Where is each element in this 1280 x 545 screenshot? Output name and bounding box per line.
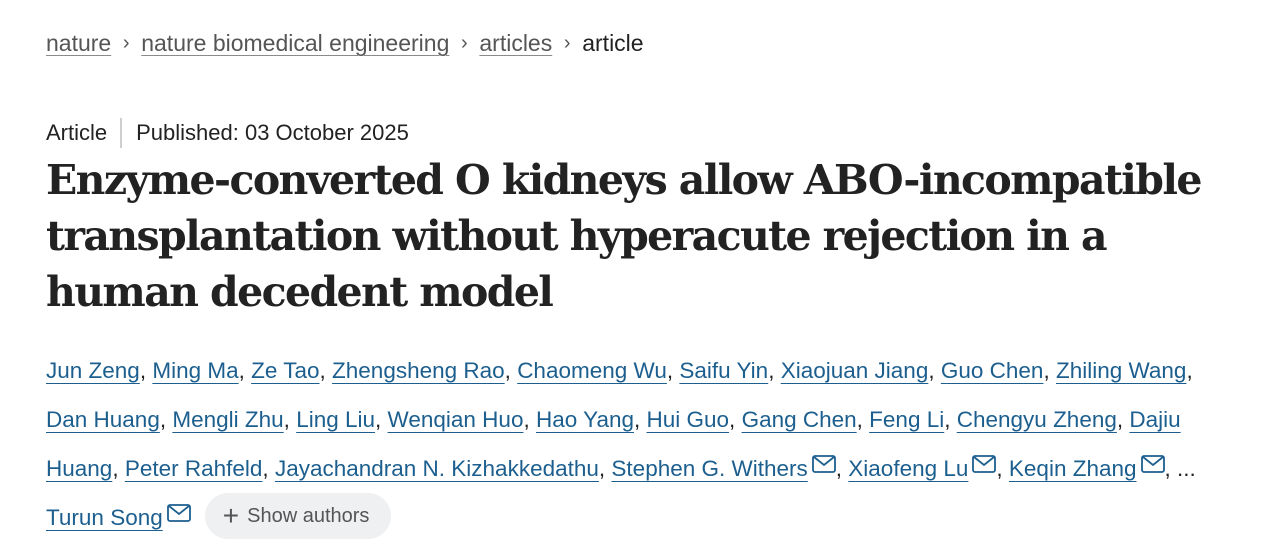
author-link[interactable]: Zhiling Wang bbox=[1056, 358, 1186, 383]
author-separator: , bbox=[856, 407, 870, 432]
meta-divider bbox=[120, 118, 123, 148]
author-separator: , bbox=[375, 407, 388, 432]
author-separator: , bbox=[1186, 358, 1193, 383]
author-link[interactable]: Jun Zeng bbox=[46, 358, 140, 383]
published-date: Published: 03 October 2025 bbox=[136, 120, 409, 145]
author-link[interactable]: Jayachandran N. Kizhakkedathu bbox=[275, 456, 599, 481]
author-item: Chengyu Zheng, bbox=[957, 407, 1130, 432]
author-link[interactable]: Hao Yang bbox=[536, 407, 634, 432]
article-title: Enzyme-converted O kidneys allow ABO-inc… bbox=[46, 156, 1202, 316]
author-item: Saifu Yin, bbox=[679, 358, 780, 383]
author-link[interactable]: Ming Ma bbox=[152, 358, 238, 383]
author-item: Zhengsheng Rao, bbox=[332, 358, 517, 383]
author-link[interactable]: Saifu Yin bbox=[679, 358, 768, 383]
author-separator: , bbox=[1116, 407, 1130, 432]
author-separator: , bbox=[139, 358, 153, 383]
mail-icon[interactable] bbox=[166, 504, 191, 522]
breadcrumb-current: article bbox=[582, 30, 644, 56]
author-separator: , bbox=[598, 456, 612, 481]
breadcrumb-link-articles[interactable]: articles bbox=[479, 30, 552, 57]
mail-icon[interactable] bbox=[811, 455, 836, 473]
author-separator: , bbox=[1164, 456, 1178, 481]
author-separator: , bbox=[238, 358, 252, 383]
author-item: Hui Guo, bbox=[647, 407, 742, 432]
author-item: Xiaofeng Lu, bbox=[848, 455, 1009, 481]
author-separator: , bbox=[666, 358, 680, 383]
author-item: Keqin Zhang, bbox=[1009, 455, 1178, 481]
author-separator: , bbox=[928, 358, 941, 383]
author-item: Ze Tao, bbox=[251, 358, 332, 383]
author-separator: , bbox=[835, 456, 849, 481]
author-item: Wenqian Huo, bbox=[388, 407, 536, 432]
author-item: Xiaojuan Jiang, bbox=[781, 358, 941, 383]
chevron-right-icon: › bbox=[461, 32, 468, 54]
author-link[interactable]: Zhengsheng Rao bbox=[332, 358, 505, 383]
mail-icon[interactable] bbox=[1140, 455, 1165, 473]
author-link[interactable]: Guo Chen bbox=[941, 358, 1044, 383]
mail-icon[interactable] bbox=[972, 455, 997, 473]
chevron-right-icon: › bbox=[122, 32, 130, 54]
author-link[interactable]: Wenqian Huo bbox=[388, 407, 524, 432]
author-item: Gang Chen, bbox=[742, 407, 870, 432]
author-link[interactable]: Hui Guo bbox=[647, 407, 730, 432]
author-link[interactable]: Keqin Zhang bbox=[1009, 456, 1137, 481]
author-list: Jun Zeng, Ming Ma, Ze Tao, Zhengsheng Ra… bbox=[46, 346, 1236, 542]
author-link[interactable]: Chaomeng Wu bbox=[517, 358, 667, 383]
author-link[interactable]: Chengyu Zheng bbox=[957, 407, 1117, 432]
author-link[interactable]: Ling Liu bbox=[296, 407, 375, 432]
author-item: Chaomeng Wu, bbox=[517, 358, 679, 383]
author-item: Ming Ma, bbox=[152, 358, 251, 383]
breadcrumb-link-journal[interactable]: nature biomedical engineering bbox=[141, 30, 449, 57]
article-type: Article bbox=[46, 120, 108, 145]
author-item: Zhiling Wang, bbox=[1056, 358, 1193, 383]
show-authors-button[interactable]: + Show authors bbox=[204, 493, 392, 540]
author-link[interactable]: Turun Song bbox=[46, 505, 163, 530]
author-link[interactable]: Gang Chen bbox=[742, 407, 857, 432]
author-link[interactable]: Stephen G. Withers bbox=[611, 456, 807, 481]
author-item: Stephen G. Withers, bbox=[611, 455, 849, 481]
author-item: Turun Song bbox=[46, 504, 191, 530]
author-link[interactable]: Xiaofeng Lu bbox=[848, 456, 968, 481]
breadcrumb-link-nature[interactable]: nature bbox=[46, 30, 111, 57]
show-authors-item: + Show authors bbox=[191, 493, 392, 540]
author-link[interactable]: Xiaojuan Jiang bbox=[781, 358, 929, 383]
author-separator: , bbox=[729, 407, 742, 432]
author-ellipsis: ... bbox=[1177, 456, 1196, 481]
plus-icon: + bbox=[222, 500, 240, 532]
author-link[interactable]: Peter Rahfeld bbox=[125, 456, 263, 481]
author-link[interactable]: Mengli Zhu bbox=[172, 407, 283, 432]
author-item: Feng Li, bbox=[869, 407, 957, 432]
author-item: Guo Chen, bbox=[941, 358, 1056, 383]
show-authors-label: Show authors bbox=[247, 504, 370, 527]
breadcrumb: nature › nature biomedical engineering ›… bbox=[46, 30, 644, 57]
author-separator: , bbox=[944, 407, 957, 432]
author-separator: , bbox=[283, 407, 297, 432]
author-item: Ling Liu, bbox=[296, 407, 387, 432]
author-separator: , bbox=[319, 358, 333, 383]
author-link[interactable]: Dan Huang bbox=[46, 407, 160, 432]
chevron-right-icon: › bbox=[563, 32, 571, 54]
author-item: Peter Rahfeld, bbox=[125, 456, 275, 481]
author-separator: , bbox=[159, 407, 173, 432]
author-separator: , bbox=[112, 456, 125, 481]
article-meta: Article Published: 03 October 2025 bbox=[46, 118, 409, 148]
author-link[interactable]: Feng Li bbox=[869, 407, 944, 432]
author-separator: , bbox=[1043, 358, 1056, 383]
author-separator: , bbox=[633, 407, 647, 432]
author-item: Hao Yang, bbox=[536, 407, 647, 432]
author-link[interactable]: Ze Tao bbox=[251, 358, 319, 383]
author-item: Dan Huang, bbox=[46, 407, 172, 432]
author-item: Jun Zeng, bbox=[46, 358, 152, 383]
author-item: Jayachandran N. Kizhakkedathu, bbox=[275, 456, 611, 481]
author-separator: , bbox=[768, 358, 781, 383]
author-separator: , bbox=[523, 407, 536, 432]
author-separator: , bbox=[262, 456, 275, 481]
author-item: Mengli Zhu, bbox=[172, 407, 296, 432]
author-separator: , bbox=[504, 358, 518, 383]
author-separator: , bbox=[996, 456, 1009, 481]
